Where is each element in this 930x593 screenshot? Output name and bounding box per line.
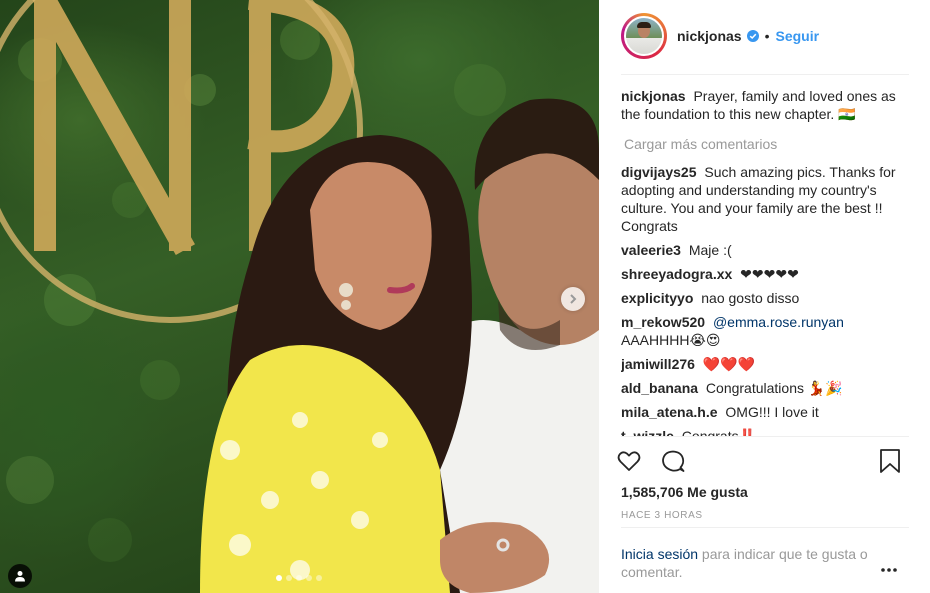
comment-text: Congratulations 💃🎉 — [705, 380, 843, 396]
list-item: digvijays25 Such amazing pics. Thanks fo… — [621, 163, 911, 235]
comment-username[interactable]: mila_atena.h.e — [621, 404, 721, 420]
comment-username[interactable]: valeerie3 — [621, 242, 685, 258]
photo-scene — [0, 0, 599, 593]
caption: nickjonas Prayer, family and loved ones … — [621, 87, 911, 123]
list-item: ald_banana Congratulations 💃🎉 — [621, 379, 911, 397]
list-item: explicityyo nao gosto disso — [621, 289, 911, 307]
login-link[interactable]: Inicia sesión — [621, 546, 698, 562]
header-username[interactable]: nickjonas — [677, 28, 742, 44]
carousel-dot — [296, 575, 302, 581]
comment-username[interactable]: shreeyadogra.xx — [621, 266, 736, 282]
list-item: jamiwill276 ❤️❤️❤️ — [621, 355, 911, 373]
separator-dot: • — [764, 28, 770, 44]
chevron-right-icon — [570, 294, 577, 304]
comment-icon[interactable] — [660, 448, 686, 474]
carousel-dot — [286, 575, 292, 581]
comment-username[interactable]: explicityyo — [621, 290, 697, 306]
user-icon — [15, 571, 25, 582]
comment-text: ❤❤❤❤❤ — [740, 266, 799, 282]
avatar-image — [624, 16, 664, 56]
list-item: shreeyadogra.xx ❤❤❤❤❤ — [621, 265, 911, 283]
heart-icon[interactable] — [616, 448, 642, 474]
likes-count[interactable]: 1,585,706 Me gusta — [621, 484, 748, 500]
divider — [621, 436, 909, 437]
load-more-comments-button[interactable]: Cargar más comentarios — [624, 135, 911, 153]
comment-text: Maje :( — [688, 242, 732, 258]
post-photo[interactable] — [0, 0, 599, 593]
list-item: t_wizzle Congrats‼️ — [621, 427, 911, 436]
comment-text: nao gosto disso — [701, 290, 800, 306]
comment-username[interactable]: m_rekow520 — [621, 314, 709, 330]
action-bar — [616, 448, 908, 476]
comment-username[interactable]: jamiwill276 — [621, 356, 699, 372]
list-item: m_rekow520 @emma.rose.runyan AAAHHHH😭😍 — [621, 313, 911, 349]
comment-mention[interactable]: @emma.rose.runyan — [713, 314, 844, 330]
tagged-users-button[interactable] — [8, 564, 32, 588]
carousel-dot — [276, 575, 282, 581]
comment-text: AAAHHHH😭😍 — [621, 332, 721, 348]
comment-text: OMG!!! I love it — [725, 404, 819, 420]
avatar[interactable] — [621, 13, 667, 59]
comment-username[interactable]: t_wizzle — [621, 428, 678, 436]
divider — [621, 74, 909, 75]
comments-list[interactable]: nickjonas Prayer, family and loved ones … — [621, 87, 911, 436]
comment-username[interactable]: digvijays25 — [621, 164, 700, 180]
carousel-indicator — [276, 575, 322, 581]
bookmark-icon[interactable] — [879, 448, 901, 474]
caption-username[interactable]: nickjonas — [621, 88, 689, 104]
post-timestamp: HACE 3 HORAS — [621, 510, 703, 521]
list-item: mila_atena.h.e OMG!!! I love it — [621, 403, 911, 421]
list-item: valeerie3 Maje :( — [621, 241, 911, 259]
follow-button[interactable]: Seguir — [776, 28, 820, 44]
divider — [621, 527, 909, 528]
post-panel: nickjonas • Seguir nickjonas Prayer, fam… — [599, 0, 930, 593]
comment-username[interactable]: ald_banana — [621, 380, 702, 396]
more-options-icon[interactable] — [879, 562, 899, 578]
comment-text: ❤️❤️❤️ — [702, 356, 756, 372]
carousel-dot — [316, 575, 322, 581]
post-header: nickjonas • Seguir — [621, 13, 819, 59]
login-prompt: Inicia sesión para indicar que te gusta … — [621, 545, 871, 581]
carousel-dot — [306, 575, 312, 581]
next-photo-button[interactable] — [561, 287, 585, 311]
verified-badge-icon — [746, 30, 759, 42]
comment-text: Congrats‼️ — [681, 428, 757, 436]
